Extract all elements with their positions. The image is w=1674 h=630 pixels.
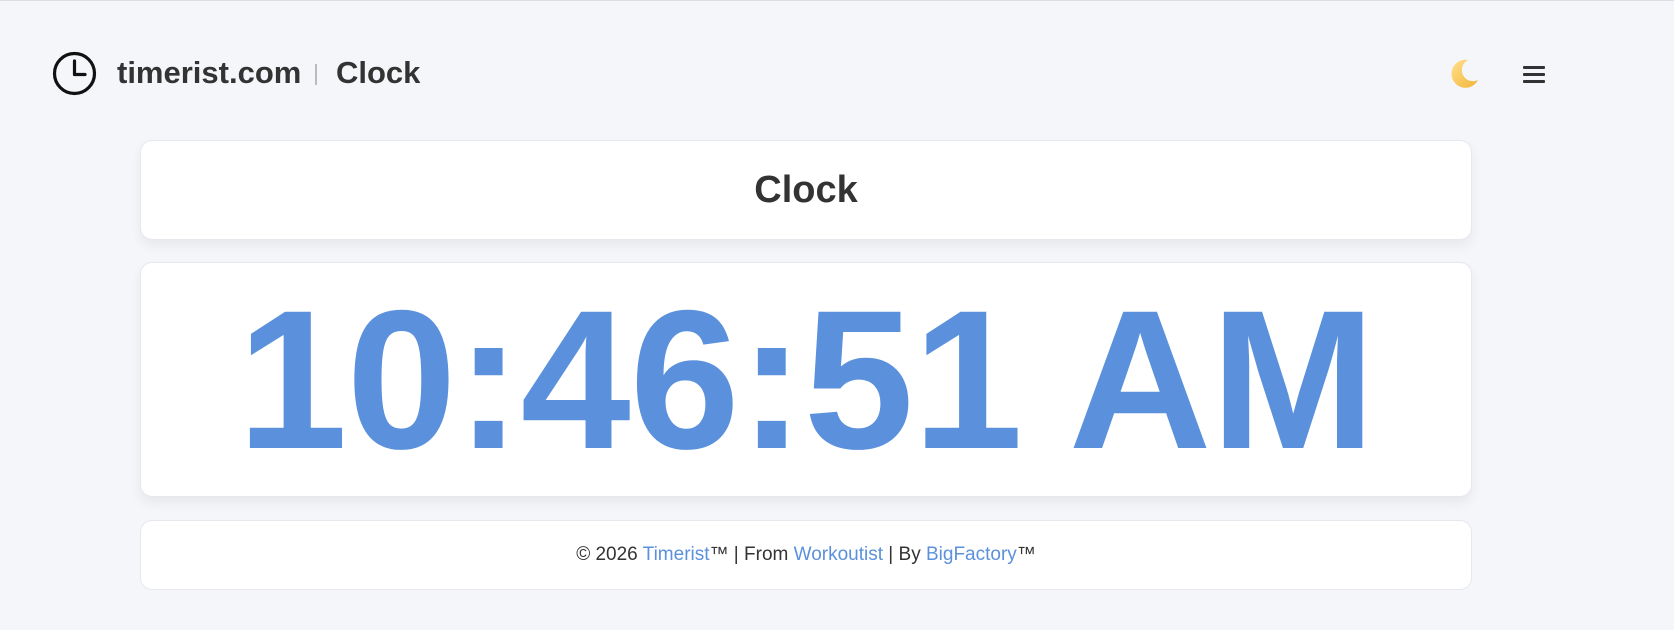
footer-text: © 2026 Timerist™ | From Workoutist | By … [576,544,1036,566]
header-page-name: Clock [336,55,421,90]
footer-copyright: © 2026 [576,544,643,565]
footer-link-workoutist[interactable]: Workoutist [794,544,883,565]
brand-link[interactable]: timerist.com [117,53,301,93]
moon-icon[interactable] [1446,56,1482,92]
page-title: Clock [754,168,858,211]
site-header: timerist.com Clock [0,0,1674,148]
footer-from: ™ | From [709,544,794,565]
footer-link-timerist[interactable]: Timerist [643,544,710,565]
clock-card: 10:46:51 AM [140,262,1472,497]
footer-tm: ™ [1016,544,1036,565]
brand-separator [315,64,317,85]
clock-icon[interactable] [52,51,97,96]
footer-link-bigfactory[interactable]: BigFactory [926,544,1017,565]
title-card: Clock [140,140,1472,240]
clock-time-display: 10:46:51 AM [237,268,1375,490]
footer-by: | By [883,544,926,565]
footer-card: © 2026 Timerist™ | From Workoutist | By … [140,520,1472,590]
hamburger-menu-icon[interactable] [1523,66,1545,84]
